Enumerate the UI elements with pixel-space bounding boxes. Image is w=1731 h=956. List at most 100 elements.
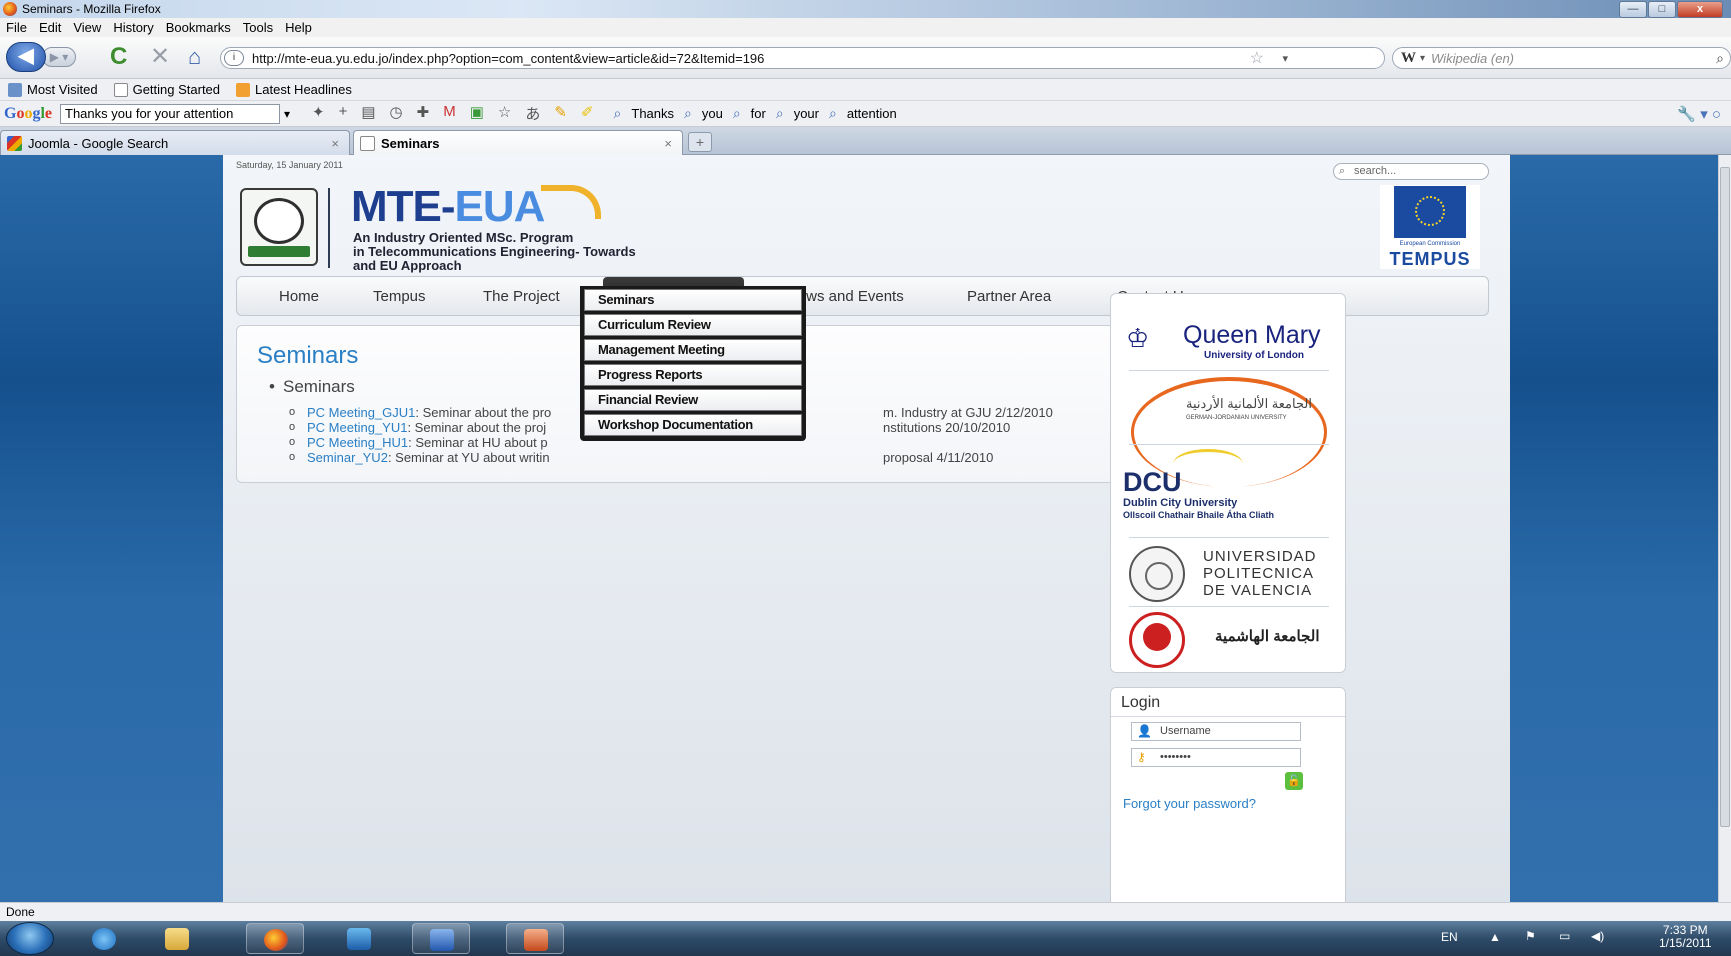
forgot-password-link[interactable]: Forgot your password?: [1123, 796, 1256, 811]
search-icon[interactable]: ⌕: [1716, 50, 1724, 67]
queen-mary-logo[interactable]: ♔ Queen Mary University of London: [1126, 319, 1336, 364]
password-field[interactable]: ⚷ ••••••••: [1131, 748, 1301, 767]
firefox-icon: [3, 2, 17, 16]
volume-icon[interactable]: ◀): [1591, 929, 1604, 943]
google-search-input[interactable]: Thanks you for your attention: [60, 103, 281, 124]
scrollbar-thumb[interactable]: [1720, 167, 1730, 827]
puzzle-icon[interactable]: ✚: [417, 103, 430, 124]
minimize-button[interactable]: —: [1619, 1, 1647, 18]
bookmark-getting-started[interactable]: Getting Started: [113, 82, 220, 97]
home-icon[interactable]: ⌂: [188, 45, 201, 69]
vertical-scrollbar[interactable]: [1718, 155, 1731, 902]
system-tray: EN ▲ ⚑ ▭ ◀) 7:33 PM 1/15/2011: [1441, 921, 1731, 956]
new-tab-button[interactable]: +: [688, 132, 712, 152]
language-icon[interactable]: あ: [525, 103, 540, 124]
google-logo[interactable]: Google: [4, 105, 52, 123]
url-dropdown-icon[interactable]: ▾: [1282, 52, 1288, 65]
term-button[interactable]: for: [751, 106, 766, 121]
language-indicator[interactable]: EN: [1441, 930, 1458, 944]
maximize-button[interactable]: □: [1648, 1, 1676, 18]
site-search-input[interactable]: ⌕ search...: [1333, 163, 1489, 180]
nav-home[interactable]: Home: [279, 277, 319, 317]
taskbar-powerpoint[interactable]: [506, 923, 564, 954]
tab-seminars[interactable]: Seminars ×: [353, 130, 683, 156]
menu-file[interactable]: File: [6, 20, 27, 35]
close-button[interactable]: x: [1677, 1, 1723, 18]
username-field[interactable]: 👤 Username: [1131, 722, 1301, 741]
close-tab-icon[interactable]: ×: [664, 136, 672, 151]
term-button[interactable]: attention: [847, 106, 897, 121]
taskbar-media-player[interactable]: [330, 923, 388, 954]
action-center-flag-icon[interactable]: ⚑: [1525, 929, 1536, 943]
forward-button[interactable]: ▶ ▾: [42, 47, 76, 67]
reload-icon[interactable]: C: [110, 45, 127, 69]
menu-edit[interactable]: Edit: [39, 20, 61, 35]
url-bar[interactable]: i http://mte-eua.yu.edu.jo/index.php?opt…: [220, 47, 1385, 69]
nav-the-project[interactable]: The Project: [483, 277, 560, 317]
news-icon[interactable]: ▤: [361, 103, 375, 124]
clock-icon[interactable]: ◷: [390, 103, 403, 124]
taskbar-word[interactable]: [412, 923, 470, 954]
url-text[interactable]: http://mte-eua.yu.edu.jo/index.php?optio…: [252, 51, 764, 66]
start-button[interactable]: [6, 922, 54, 955]
list-item: PC Meeting_GJU1: Seminar about the prom.…: [289, 405, 1053, 420]
taskbar-explorer[interactable]: [148, 923, 206, 954]
dcu-logo[interactable]: DCU Dublin City University Ollscoil Chat…: [1123, 449, 1343, 529]
dropdown-item-seminars[interactable]: Seminars: [584, 289, 802, 311]
seminar-link[interactable]: PC Meeting_GJU1: [307, 405, 415, 420]
seminar-link[interactable]: PC Meeting_YU1: [307, 420, 407, 435]
dropdown-item-curriculum-review[interactable]: Curriculum Review: [584, 314, 802, 336]
site-identity-icon[interactable]: i: [224, 50, 244, 66]
stop-icon[interactable]: ✕: [150, 45, 170, 69]
close-tab-icon[interactable]: ×: [331, 136, 339, 151]
site-title[interactable]: MTE-EUA: [351, 185, 545, 229]
show-hidden-icons-icon[interactable]: ▲: [1489, 930, 1501, 944]
taskbar-firefox[interactable]: [246, 923, 304, 954]
engine-dropdown-icon[interactable]: ▾: [1420, 53, 1425, 64]
bookmark-latest-headlines[interactable]: Latest Headlines: [236, 82, 352, 97]
back-button[interactable]: ◀: [6, 42, 46, 72]
google-search-terms: ⌕ Thanks ⌕ you ⌕ for ⌕ your ⌕ attention: [614, 105, 897, 122]
nav-tempus[interactable]: Tempus: [373, 277, 426, 317]
browser-search-box[interactable]: W ▾ Wikipedia (en) ⌕: [1392, 47, 1731, 69]
term-button[interactable]: your: [794, 106, 819, 121]
clock[interactable]: 7:33 PM 1/15/2011: [1659, 924, 1712, 950]
wikipedia-icon[interactable]: W: [1401, 50, 1416, 67]
dropdown-item-workshop-documentation[interactable]: Workshop Documentation: [584, 414, 802, 436]
tempus-logo[interactable]: European Commission TEMPUS: [1380, 185, 1480, 269]
seminar-link[interactable]: Seminar_YU2: [307, 450, 388, 465]
dropdown-item-management-meeting[interactable]: Management Meeting: [584, 339, 802, 361]
bookmark-most-visited[interactable]: Most Visited: [8, 82, 98, 97]
term-button[interactable]: you: [702, 106, 723, 121]
gju-logo[interactable]: الجامعة الألمانية الأردنية GERMAN-JORDAN…: [1131, 373, 1329, 487]
highlighter-icon[interactable]: ✐: [581, 103, 594, 124]
bookmark-icon[interactable]: ☆: [498, 103, 511, 124]
network-icon[interactable]: ▭: [1559, 929, 1570, 943]
login-submit-button[interactable]: 🔓: [1285, 772, 1303, 790]
pencil-icon[interactable]: ✎: [554, 103, 567, 124]
menu-help[interactable]: Help: [285, 20, 312, 35]
menu-tools[interactable]: Tools: [243, 20, 273, 35]
dropdown-item-financial-review[interactable]: Financial Review: [584, 389, 802, 411]
google-search-button-icon[interactable]: ✦: [312, 103, 325, 124]
tab-joomla-google-search[interactable]: Joomla - Google Search ×: [0, 130, 350, 155]
google-search-dropdown-icon[interactable]: ▾: [284, 107, 298, 121]
menu-history[interactable]: History: [113, 20, 153, 35]
yarmouk-university-logo[interactable]: [240, 188, 318, 266]
dcu-swoosh-icon: [1173, 449, 1243, 479]
translate-icon[interactable]: ▣: [470, 103, 484, 124]
plus-icon[interactable]: +: [339, 103, 348, 124]
upv-logo[interactable]: UNIVERSIDAD POLITECNICA DE VALENCIA: [1129, 544, 1341, 604]
nav-partner-area[interactable]: Partner Area: [967, 277, 1051, 317]
term-button[interactable]: Thanks: [631, 106, 674, 121]
taskbar-ie[interactable]: [75, 923, 133, 954]
seminar-link[interactable]: PC Meeting_HU1: [307, 435, 408, 450]
firefox-icon: [264, 929, 288, 951]
hashemite-university-logo[interactable]: الجامعة الهاشمية: [1129, 612, 1341, 668]
gmail-icon[interactable]: M: [443, 103, 456, 124]
wrench-icon[interactable]: 🔧 ▾ ○: [1677, 105, 1721, 123]
bookmark-star-icon[interactable]: ☆: [1250, 48, 1264, 68]
menu-bookmarks[interactable]: Bookmarks: [166, 20, 231, 35]
menu-view[interactable]: View: [73, 20, 101, 35]
dropdown-item-progress-reports[interactable]: Progress Reports: [584, 364, 802, 386]
